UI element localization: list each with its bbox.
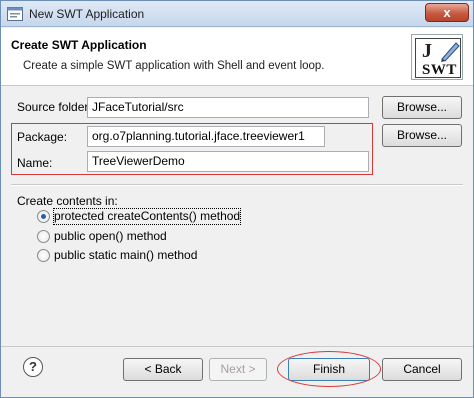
title-bar[interactable]: New SWT Application x: [1, 1, 473, 27]
back-button[interactable]: < Back: [123, 358, 203, 381]
radio-button-checked[interactable]: [37, 210, 50, 223]
radio-label: protected createContents() method: [52, 208, 242, 225]
separator: [11, 184, 463, 186]
radio-button[interactable]: [37, 249, 50, 262]
page-title: Create SWT Application: [11, 38, 147, 52]
window-title: New SWT Application: [29, 7, 145, 21]
radio-button[interactable]: [37, 230, 50, 243]
eclipse-wizard-icon: [7, 7, 23, 21]
swt-logo-icon: J SWT: [411, 34, 463, 80]
logo-letter: J: [422, 40, 432, 62]
cancel-button[interactable]: Cancel: [382, 358, 462, 381]
wizard-header: Create SWT Application Create a simple S…: [1, 28, 473, 86]
create-contents-label: Create contents in:: [17, 194, 118, 208]
close-button[interactable]: x: [425, 3, 469, 22]
radio-label: public open() method: [54, 229, 167, 243]
page-description: Create a simple SWT application with She…: [23, 60, 325, 72]
footer-separator: [1, 346, 473, 347]
next-button: Next >: [209, 358, 267, 381]
source-folder-input[interactable]: JFaceTutorial/src: [87, 97, 369, 118]
source-folder-browse-button[interactable]: Browse...: [382, 96, 462, 119]
pen-icon: [441, 42, 460, 62]
radio-label: public static main() method: [54, 248, 198, 262]
package-browse-button[interactable]: Browse...: [382, 124, 462, 147]
highlight-frame: [11, 123, 373, 175]
logo-frame: J SWT: [415, 38, 461, 78]
help-icon[interactable]: ?: [23, 357, 43, 377]
logo-text: SWT: [422, 62, 457, 78]
finish-highlight: [277, 351, 381, 387]
wizard-window: New SWT Application x Create SWT Applica…: [0, 0, 474, 398]
source-folder-label: Source folder:: [17, 100, 92, 114]
